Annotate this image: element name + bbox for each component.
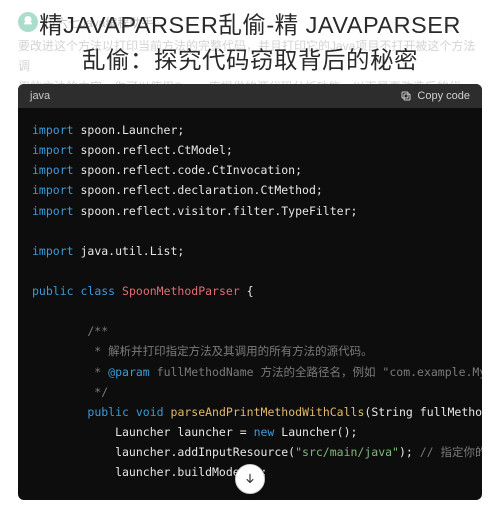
language-label: java — [30, 90, 50, 102]
headline-line1: 精JAVAPARSER乱偷-精 JAVAPARSER — [39, 12, 461, 38]
article-headline: 精JAVAPARSER乱偷-精 JAVAPARSER 乱偷：探究代码窃取背后的秘… — [0, 2, 500, 79]
kw: class — [80, 284, 115, 298]
copy-label: Copy code — [417, 90, 470, 102]
code-text: launcher.buildModel(); — [32, 465, 267, 479]
headline-line2: 乱偷：探究代码窃取背后的秘密 — [82, 47, 418, 73]
scroll-down-button[interactable] — [235, 464, 265, 494]
code-text: Launcher(); — [274, 425, 357, 439]
comment: */ — [32, 385, 108, 399]
kw: import — [32, 123, 74, 137]
code-text: { — [240, 284, 254, 298]
arrow-down-icon — [243, 472, 257, 486]
code-text: Launcher launcher = — [32, 425, 254, 439]
copy-icon — [400, 90, 412, 102]
comment: // 指定你的源代码目录 — [420, 445, 482, 459]
code-body: import spoon.Launcher; import spoon.refl… — [18, 108, 482, 500]
code-text: (String fullMethodName) { — [364, 405, 482, 419]
comment: /** — [32, 324, 108, 338]
kw: import — [32, 183, 74, 197]
code-text: spoon.Launcher; — [74, 123, 185, 137]
kw: import — [32, 163, 74, 177]
code-text: java.util.List; — [74, 244, 185, 258]
code-block: java Copy code import spoon.Launcher; im… — [18, 84, 482, 500]
kw: public — [87, 405, 129, 419]
kw: public — [32, 284, 74, 298]
doc-tag: @param — [108, 365, 150, 379]
string: "src/main/java" — [295, 445, 399, 459]
kw: import — [32, 143, 74, 157]
code-text: spoon.reflect.code.CtInvocation; — [74, 163, 302, 177]
code-text: spoon.reflect.CtModel; — [74, 143, 233, 157]
class-name: SpoonMethodParser — [122, 284, 240, 298]
kw: new — [254, 425, 275, 439]
comment: * 解析并打印指定方法及其调用的所有方法的源代码。 — [32, 344, 373, 358]
kw: void — [136, 405, 164, 419]
kw: import — [32, 204, 74, 218]
code-text: launcher.addInputResource( — [32, 445, 295, 459]
code-topbar: java Copy code — [18, 84, 482, 108]
comment: * — [32, 365, 108, 379]
comment: fullMethodName 方法的全路径名，例如 "com.example.M… — [150, 365, 482, 379]
kw: import — [32, 244, 74, 258]
method-name: parseAndPrintMethodWithCalls — [171, 405, 365, 419]
code-text: spoon.reflect.visitor.filter.TypeFilter; — [74, 204, 358, 218]
copy-button[interactable]: Copy code — [400, 90, 470, 102]
code-text: spoon.reflect.declaration.CtMethod; — [74, 183, 323, 197]
code-text: ); — [399, 445, 420, 459]
